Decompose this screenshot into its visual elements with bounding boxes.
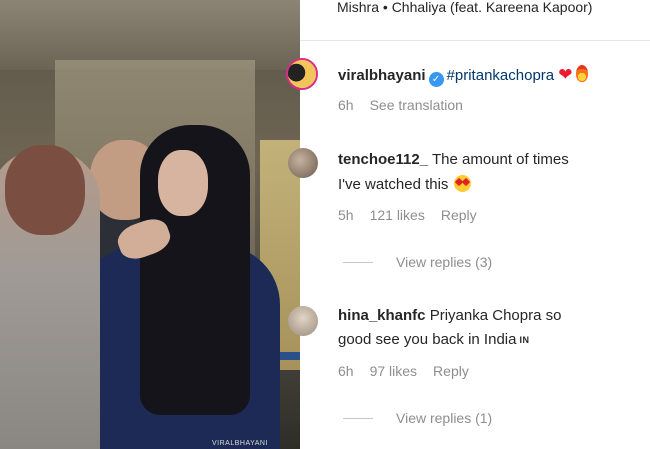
india-flag-icon: IN — [519, 335, 530, 345]
comment-body: I've watched this — [338, 176, 449, 193]
comment-meta: 5h 121 likes Reply — [338, 207, 493, 223]
comment-text: hina_khanfc Priyanka Chopra so — [338, 307, 561, 324]
comment-text: tenchoe112_ The amount of times — [338, 151, 569, 168]
comment-text: I've watched this — [338, 175, 472, 193]
comment-time: 6h — [338, 363, 354, 379]
view-replies-button[interactable]: View replies (1) — [396, 410, 492, 426]
fire-icon — [575, 65, 588, 82]
comment-time: 5h — [338, 207, 354, 223]
comment-likes[interactable]: 97 likes — [370, 363, 417, 379]
reel-video[interactable]: VIRALBHAYANI — [0, 0, 300, 449]
comment-body: The amount of times — [431, 151, 569, 168]
caption-meta: 6h See translation — [338, 97, 479, 113]
caption-username[interactable]: viralbhayani — [338, 67, 426, 84]
comment-likes[interactable]: 121 likes — [370, 207, 425, 223]
star-struck-emoji-icon — [454, 175, 472, 192]
red-heart-icon: ❤ — [558, 65, 573, 84]
caption-time: 6h — [338, 97, 354, 113]
comment-meta: 6h 97 likes Reply — [338, 363, 485, 379]
reply-button[interactable]: Reply — [433, 363, 469, 379]
caption-line: viralbhayani ✓ #pritankachopra ❤ — [338, 65, 588, 87]
video-watermark: VIRALBHAYANI — [212, 440, 268, 447]
comment-username[interactable]: hina_khanfc — [338, 307, 426, 324]
avatar[interactable] — [288, 148, 318, 178]
divider — [300, 40, 650, 41]
video-person-face — [158, 150, 208, 216]
music-credit[interactable]: Mishra • Chhaliya (feat. Kareena Kapoor) — [337, 0, 592, 15]
divider — [343, 262, 373, 263]
comment-text: good see you back in India IN — [338, 331, 529, 348]
comments-panel: Mishra • Chhaliya (feat. Kareena Kapoor)… — [286, 0, 650, 449]
caption-hashtag[interactable]: #pritankachopra — [447, 67, 555, 84]
video-person-head — [5, 145, 85, 235]
comment-body: Priyanka Chopra so — [429, 307, 562, 324]
avatar[interactable] — [288, 306, 318, 336]
avatar[interactable] — [286, 58, 318, 90]
view-replies-button[interactable]: View replies (3) — [396, 254, 492, 270]
divider — [343, 418, 373, 419]
verified-badge-icon: ✓ — [428, 72, 444, 87]
comment-username[interactable]: tenchoe112_ — [338, 151, 428, 168]
comment-body: good see you back in India — [338, 331, 517, 348]
reply-button[interactable]: Reply — [441, 207, 477, 223]
see-translation-link[interactable]: See translation — [370, 97, 463, 113]
